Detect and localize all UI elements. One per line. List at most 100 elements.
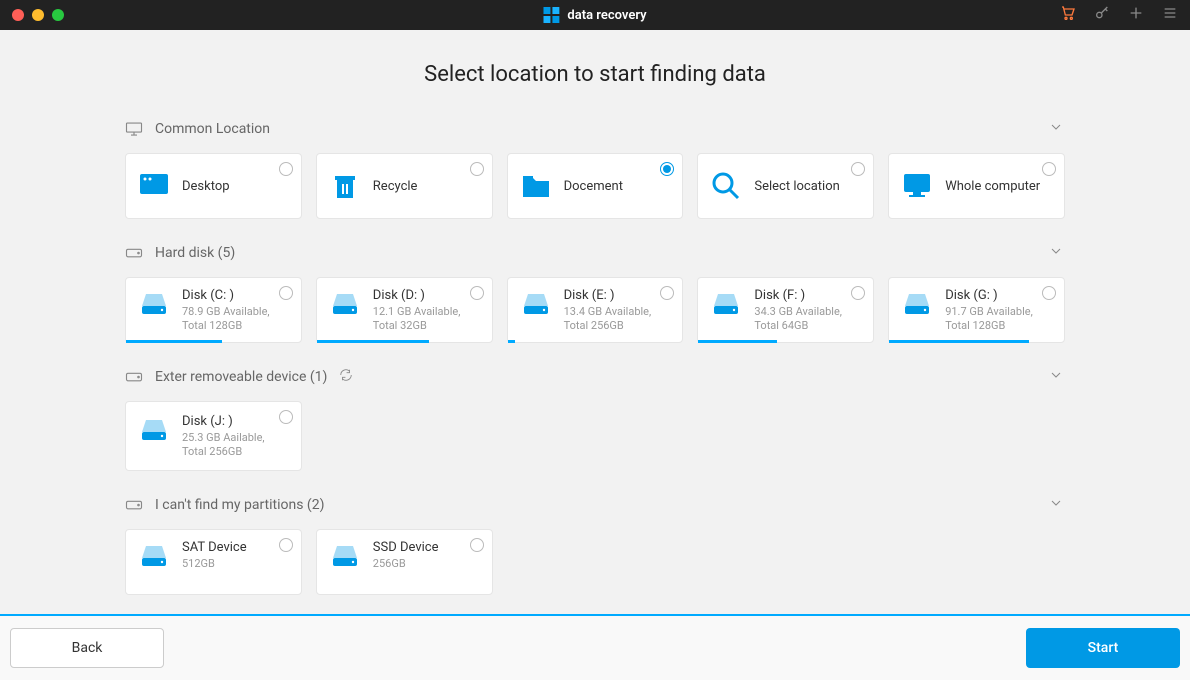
- title-bar: data recovery: [0, 0, 1190, 30]
- close-icon[interactable]: [12, 9, 24, 21]
- app-title-text: data recovery: [567, 8, 646, 23]
- card-sub: 512GB: [182, 557, 247, 571]
- hdd-icon: [329, 288, 361, 320]
- card-ssd-device[interactable]: SSD Device 256GB: [316, 529, 493, 595]
- radio-icon: [470, 286, 484, 300]
- hdd-icon: [329, 540, 361, 572]
- window-controls: [12, 9, 64, 21]
- page-title: Select location to start finding data: [0, 62, 1190, 87]
- start-button[interactable]: Start: [1026, 628, 1180, 668]
- section-ext-header[interactable]: Exter removeable device (1): [125, 359, 1065, 395]
- card-label: Disk (E: ): [564, 288, 671, 303]
- radio-icon: [1042, 286, 1056, 300]
- section-ext-label: Exter removeable device (1): [155, 369, 327, 385]
- section-hard-label: Hard disk (5): [155, 245, 235, 261]
- usage-bar: [317, 340, 429, 343]
- card-label: Disk (C: ): [182, 288, 289, 303]
- cart-icon[interactable]: [1060, 5, 1076, 25]
- card-disk-e[interactable]: Disk (E: ) 13.4 GB Available, Total 256GB: [507, 277, 684, 343]
- search-icon: [710, 170, 742, 202]
- card-sub: 13.4 GB Available, Total 256GB: [564, 305, 671, 334]
- card-sub: 91.7 GB Available, Total 128GB: [945, 305, 1052, 334]
- common-grid: Desktop Recycle Docement Select location…: [125, 153, 1065, 219]
- radio-icon: [1042, 162, 1056, 176]
- refresh-icon[interactable]: [339, 368, 353, 386]
- card-disk-d[interactable]: Disk (D: )12.1 GB Available, Total 32GB: [316, 277, 493, 343]
- card-recycle[interactable]: Recycle: [316, 153, 493, 219]
- section-common-label: Common Location: [155, 121, 270, 137]
- card-disk-g[interactable]: Disk (G: ) 91.7 GB Available, Total 128GB: [888, 277, 1065, 343]
- card-sub: 34.3 GB Available, Total 64GB: [754, 305, 861, 334]
- folder-icon: [520, 170, 552, 202]
- card-label: Disk (F: ): [754, 288, 861, 303]
- card-label: Select location: [754, 179, 839, 194]
- partitions-grid: SAT Device512GB SSD Device 256GB: [125, 529, 1065, 595]
- card-sub: 25.3 GB Aailable, Total 256GB: [182, 431, 289, 460]
- card-disk-f[interactable]: Disk (F: ) 34.3 GB Available, Total 64GB: [697, 277, 874, 343]
- card-label: Docement: [564, 179, 623, 194]
- card-label: Desktop: [182, 179, 230, 194]
- card-disk-j[interactable]: Disk (J: ) 25.3 GB Aailable, Total 256GB: [125, 401, 302, 471]
- radio-icon: [279, 286, 293, 300]
- card-sub: 78.9 GB Available, Total 128GB: [182, 305, 289, 334]
- card-label: Whole computer: [945, 179, 1040, 194]
- radio-icon: [470, 162, 484, 176]
- desktop-icon: [138, 170, 170, 202]
- chevron-down-icon: [1047, 367, 1065, 387]
- drive-icon: [125, 245, 143, 261]
- radio-icon: [279, 410, 293, 424]
- drive-icon: [125, 497, 143, 513]
- card-sub: 256GB: [373, 557, 439, 571]
- maximize-icon[interactable]: [52, 9, 64, 21]
- usage-bar: [889, 340, 1029, 343]
- section-partitions-label: I can't find my partitions (2): [155, 497, 324, 513]
- back-button[interactable]: Back: [10, 628, 164, 668]
- card-sat-device[interactable]: SAT Device512GB: [125, 529, 302, 595]
- app-logo-icon: [543, 7, 559, 23]
- card-label: SSD Device: [373, 540, 439, 555]
- drive-icon: [125, 369, 143, 385]
- card-whole-computer[interactable]: Whole computer: [888, 153, 1065, 219]
- section-common-header[interactable]: Common Location: [125, 111, 1065, 147]
- hdd-icon: [138, 288, 170, 320]
- usage-bar: [698, 340, 777, 343]
- chevron-down-icon: [1047, 119, 1065, 139]
- usage-bar: [126, 340, 222, 343]
- card-desktop[interactable]: Desktop: [125, 153, 302, 219]
- hdd-icon: [520, 288, 552, 320]
- monitor-icon: [125, 121, 143, 137]
- hdd-icon: [901, 288, 933, 320]
- card-label: Disk (G: ): [945, 288, 1052, 303]
- section-hard-header[interactable]: Hard disk (5): [125, 235, 1065, 271]
- card-select-location[interactable]: Select location: [697, 153, 874, 219]
- key-icon[interactable]: [1094, 5, 1110, 25]
- minimize-icon[interactable]: [32, 9, 44, 21]
- radio-icon: [279, 538, 293, 552]
- main-content: Common Location Desktop Recycle Docement…: [125, 111, 1065, 595]
- trash-icon: [329, 170, 361, 202]
- card-label: Disk (D: ): [373, 288, 480, 303]
- hdd-icon: [138, 414, 170, 446]
- title-actions: [1060, 5, 1178, 25]
- menu-icon[interactable]: [1162, 5, 1178, 25]
- card-document[interactable]: Docement: [507, 153, 684, 219]
- plus-icon[interactable]: [1128, 5, 1144, 25]
- radio-icon: [279, 162, 293, 176]
- radio-icon: [851, 162, 865, 176]
- card-label: Disk (J: ): [182, 414, 289, 429]
- section-partitions-header[interactable]: I can't find my partitions (2): [125, 487, 1065, 523]
- computer-icon: [901, 170, 933, 202]
- hard-grid: Disk (C: ) 78.9 GB Available, Total 128GB…: [125, 277, 1065, 343]
- card-label: Recycle: [373, 179, 418, 194]
- chevron-down-icon: [1047, 243, 1065, 263]
- app-title: data recovery: [543, 7, 646, 23]
- hdd-icon: [710, 288, 742, 320]
- card-disk-c[interactable]: Disk (C: ) 78.9 GB Available, Total 128GB: [125, 277, 302, 343]
- radio-icon: [660, 286, 674, 300]
- radio-icon: [660, 162, 674, 176]
- ext-grid: Disk (J: ) 25.3 GB Aailable, Total 256GB: [125, 401, 1065, 471]
- hdd-icon: [138, 540, 170, 572]
- radio-icon: [470, 538, 484, 552]
- footer-bar: Back Start: [0, 614, 1190, 680]
- chevron-down-icon: [1047, 495, 1065, 515]
